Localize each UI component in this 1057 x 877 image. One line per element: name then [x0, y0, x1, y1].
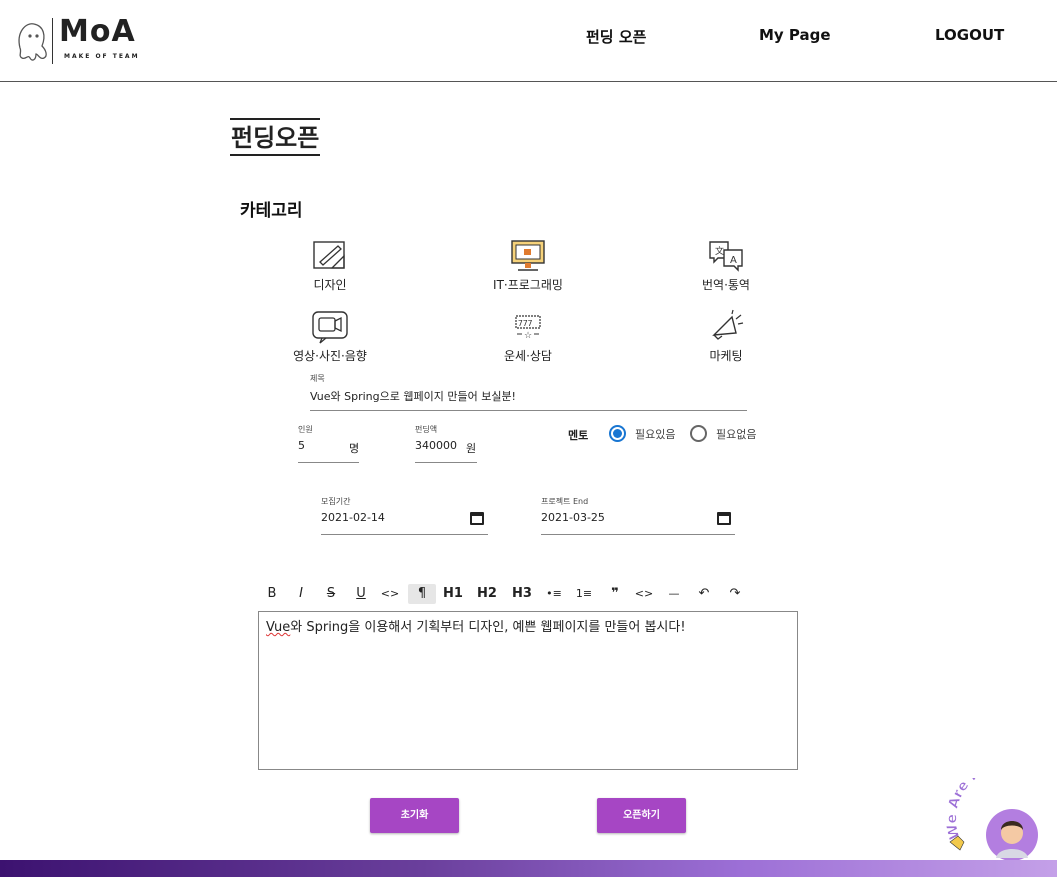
svg-text:A: A — [730, 255, 737, 266]
design-icon — [313, 241, 345, 269]
amount-unit: 원 — [466, 442, 477, 455]
we-are-here-badge[interactable]: We Are Here! — [942, 756, 1057, 863]
code-button[interactable]: <> — [379, 584, 401, 604]
mentor-option-label: 필요있음 — [635, 427, 676, 441]
category-translation[interactable]: 文 A 번역·통역 — [666, 238, 786, 293]
we-are-here-icon: We Are Here! — [944, 756, 1038, 861]
category-label: 번역·통역 — [702, 278, 750, 292]
title-field-label: 제목 — [310, 374, 325, 383]
project-end-label: 프로젝트 End — [541, 497, 589, 506]
megaphone-icon — [712, 309, 744, 340]
nav-my-page[interactable]: My Page — [759, 26, 831, 44]
redo-button[interactable]: ↷ — [724, 584, 746, 604]
people-underline — [298, 462, 359, 463]
app-root: MoA MAKE OF TEAM 펀딩 오픈 My Page LOGOUT 펀딩… — [0, 0, 1057, 877]
amount-field-label: 펀딩액 — [415, 425, 438, 434]
people-field-label: 인원 — [298, 425, 313, 434]
category-marketing[interactable]: 마케팅 — [666, 309, 786, 364]
title-underline — [310, 410, 747, 411]
people-unit: 명 — [349, 442, 360, 455]
logo-wordmark: MoA — [59, 14, 136, 49]
h2-button[interactable]: H2 — [476, 584, 498, 604]
top-header: MoA MAKE OF TEAM 펀딩 오픈 My Page LOGOUT — [0, 0, 1057, 82]
ghost-logo-icon — [18, 23, 47, 61]
bold-button[interactable]: B — [261, 584, 283, 604]
code-block-button[interactable]: <> — [633, 584, 655, 604]
mentor-radio-needed[interactable]: 필요있음 — [609, 425, 675, 442]
recruit-date-input[interactable]: 2021-02-14 — [321, 511, 488, 524]
mentor-label: 멘토 — [568, 429, 589, 442]
spellcheck-word: Vue — [266, 620, 291, 635]
content-editor[interactable]: Vue와 Spring을 이용해서 기획부터 디자인, 예쁜 웹페이지를 만들어… — [258, 611, 798, 770]
page-title: 펀딩오픈 — [230, 118, 321, 156]
logo[interactable]: MoA MAKE OF TEAM — [12, 14, 142, 68]
nav-funding-open[interactable]: 펀딩 오픈 — [586, 26, 646, 47]
recruit-date-underline — [321, 534, 488, 535]
category-media[interactable]: 영상·사진·음향 — [270, 309, 390, 364]
open-button[interactable]: 오픈하기 — [597, 798, 686, 833]
editor-text: 와 Spring을 이용해서 기획부터 디자인, 예쁜 웹페이지를 만들어 봅시… — [290, 620, 686, 635]
bullet-list-button[interactable]: •≡ — [543, 584, 565, 604]
category-label: IT·프로그래밍 — [493, 278, 563, 292]
h3-button[interactable]: H3 — [511, 584, 533, 604]
category-label: 디자인 — [313, 278, 347, 292]
category-heading: 카테고리 — [240, 201, 303, 221]
title-input[interactable]: Vue와 Spring으로 웹페이지 만들어 보실분! — [310, 388, 747, 404]
category-fortune[interactable]: 777 ☆ 운세·상담 — [468, 309, 588, 364]
recruit-date-label: 모집기간 — [321, 497, 351, 506]
category-label: 영상·사진·음향 — [293, 349, 367, 363]
amount-underline — [415, 462, 477, 463]
ordered-list-button[interactable]: 1≡ — [573, 584, 595, 604]
category-label: 운세·상담 — [504, 349, 552, 363]
category-it[interactable]: IT·프로그래밍 — [468, 238, 588, 293]
calendar-icon[interactable] — [717, 512, 731, 525]
mentor-option-label: 필요없음 — [716, 427, 757, 441]
svg-text:777: 777 — [518, 319, 533, 328]
translate-icon: 文 A — [709, 241, 743, 272]
category-label: 마케팅 — [709, 349, 743, 363]
fortune-icon: 777 ☆ — [515, 315, 541, 341]
recruit-date-field[interactable]: 모집기간 2021-02-14 — [321, 496, 488, 535]
logo-divider — [52, 18, 53, 64]
project-end-input[interactable]: 2021-03-25 — [541, 511, 735, 524]
calendar-icon[interactable] — [470, 512, 484, 525]
project-end-underline — [541, 534, 735, 535]
blockquote-button[interactable]: ❞ — [604, 584, 626, 604]
h1-button[interactable]: H1 — [442, 584, 464, 604]
horizontal-rule-button[interactable]: — — [663, 584, 685, 604]
mentor-radio-not-needed[interactable]: 필요없음 — [690, 425, 756, 442]
logo-tagline: MAKE OF TEAM — [64, 53, 140, 60]
computer-icon — [511, 240, 545, 271]
paragraph-button[interactable]: ¶ — [408, 584, 436, 604]
project-end-field[interactable]: 프로젝트 End 2021-03-25 — [541, 496, 735, 535]
reset-button[interactable]: 초기화 — [370, 798, 459, 833]
svg-text:文: 文 — [715, 245, 724, 257]
video-icon — [312, 311, 348, 344]
radio-unselected-icon — [690, 425, 707, 442]
nav-logout[interactable]: LOGOUT — [935, 26, 1004, 44]
strike-button[interactable]: S — [320, 584, 342, 604]
svg-text:☆: ☆ — [524, 331, 532, 341]
underline-button[interactable]: U — [350, 584, 372, 604]
footer-bar — [0, 860, 1057, 877]
category-design[interactable]: 디자인 — [270, 238, 390, 293]
undo-button[interactable]: ↶ — [693, 584, 715, 604]
title-field[interactable]: 제목 Vue와 Spring으로 웹페이지 만들어 보실분! — [310, 373, 747, 411]
italic-button[interactable]: I — [290, 584, 312, 604]
radio-selected-icon — [609, 425, 626, 442]
